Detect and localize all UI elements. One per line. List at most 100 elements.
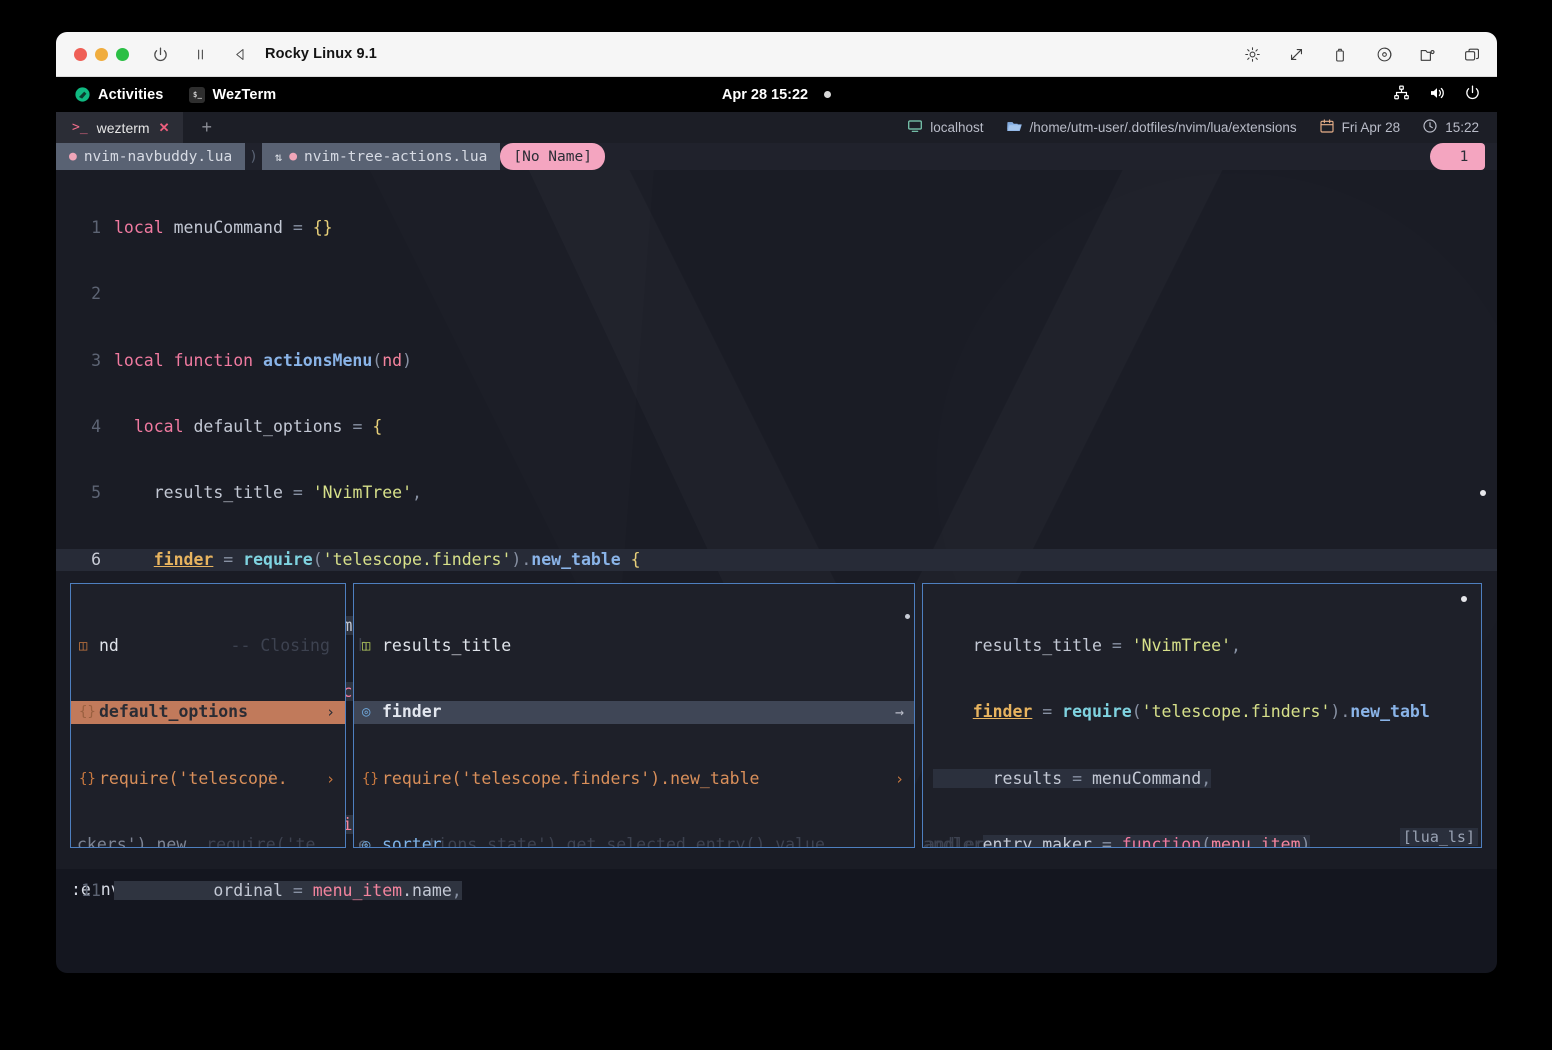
- buffer-tab-0[interactable]: ● nvim-navbuddy.lua: [56, 143, 246, 170]
- wezterm-tab[interactable]: >_ wezterm ✕: [56, 112, 184, 143]
- code-line: 3 local function actionsMenu(nd): [56, 350, 1497, 372]
- power-icon[interactable]: [151, 45, 169, 63]
- navbuddy-current-list[interactable]: ◫ results_title ◎ finder → {} require('t…: [354, 584, 914, 848]
- close-window-button[interactable]: [74, 47, 87, 61]
- navbuddy-item-label: nd: [99, 636, 119, 656]
- buffer-tab-1[interactable]: ⇅ ● nvim-tree-actions.lua: [261, 143, 501, 170]
- navbuddy-item[interactable]: {} require('telescope. ›: [71, 768, 345, 790]
- folder-share-icon[interactable]: [1419, 46, 1437, 64]
- navbuddy-item[interactable]: ◫ nd: [71, 635, 345, 657]
- preview-line: results = menuCommand,: [923, 768, 1481, 790]
- buffer-tab-2-label: [No Name]: [513, 148, 592, 165]
- brightness-icon[interactable]: [1243, 46, 1261, 64]
- code-line: 5 results_title = 'NvimTree',: [56, 482, 1497, 504]
- line-number: 2: [91, 284, 101, 304]
- navbuddy-preview-pane[interactable]: andler onfi results_title = 'NvimTree', …: [922, 583, 1482, 848]
- notification-dot-icon: [824, 91, 832, 98]
- back-icon[interactable]: [231, 45, 249, 63]
- resize-icon[interactable]: [1287, 46, 1305, 64]
- terminal-prompt-icon: >_: [72, 120, 88, 135]
- buffer-tab-0-label: nvim-navbuddy.lua: [83, 148, 233, 165]
- code-line-current: 6 finder = require('telescope.finders').…: [56, 548, 1497, 571]
- usb-icon[interactable]: [1331, 46, 1349, 64]
- status-date-label: Fri Apr 28: [1341, 120, 1401, 135]
- chevron-right-icon: ›: [325, 703, 335, 722]
- navbuddy-current-pane[interactable]: h e buffer_number) e tions.state').get_s…: [353, 583, 915, 848]
- buffer-count: 1: [1430, 143, 1485, 170]
- network-icon[interactable]: [1393, 84, 1410, 105]
- navbuddy-parent-pane[interactable]: -- Closing ns.cl i ckers').new require('…: [70, 583, 346, 848]
- status-time-label: 15:22: [1445, 120, 1479, 135]
- navbuddy-parent-list[interactable]: ◫ nd {} default_options › {} require('te…: [71, 584, 345, 834]
- chevron-right-icon: ›: [325, 769, 335, 788]
- minimize-window-button[interactable]: [95, 47, 108, 61]
- arrow-right-icon: →: [894, 703, 904, 722]
- line-number: 6: [91, 549, 101, 569]
- screenshot-root: Rocky Linux 9.1 Activities $_ WezTerm Ap…: [0, 0, 1552, 1050]
- new-tab-button[interactable]: +: [183, 112, 230, 143]
- window-title: Rocky Linux 9.1: [265, 46, 377, 62]
- buffer-separator: ): [249, 148, 258, 165]
- pause-icon[interactable]: [191, 45, 209, 63]
- mac-titlebar: Rocky Linux 9.1: [56, 32, 1497, 77]
- lua-file-icon: ●: [289, 149, 298, 164]
- close-tab-icon[interactable]: ✕: [159, 120, 170, 136]
- scroll-dot-icon: [905, 614, 910, 619]
- gnome-clock: Apr 28 15:22: [721, 86, 809, 103]
- navbuddy-item[interactable]: ◎ sorter: [354, 834, 914, 848]
- status-path-label: /home/utm-user/.dotfiles/nvim/lua/extens…: [1029, 120, 1297, 135]
- navbuddy-item-selected[interactable]: ◎ finder →: [354, 701, 914, 724]
- field-icon: ◫: [79, 638, 88, 655]
- clock-icon: [1422, 118, 1438, 137]
- navbuddy-item[interactable]: ◫ results_title: [354, 635, 914, 657]
- monitor-icon: [907, 118, 923, 137]
- neovim-area: ● nvim-navbuddy.lua ) ⇅ ● nvim-tree-acti…: [56, 143, 1497, 909]
- line-number: 4: [91, 417, 101, 437]
- line-number: 3: [91, 350, 101, 370]
- navbuddy-item-label: results_title: [382, 636, 512, 656]
- navbuddy-item-label: sorter: [382, 835, 442, 848]
- buffer-tab-1-label: nvim-tree-actions.lua: [304, 148, 488, 165]
- window-controls[interactable]: [74, 47, 129, 61]
- status-date: Fri Apr 28: [1308, 118, 1412, 137]
- wezterm-tab-label: wezterm: [96, 119, 150, 136]
- status-host-label: localhost: [930, 120, 984, 135]
- object-icon: {}: [79, 704, 96, 721]
- code-line: 4 local default_options = {: [56, 416, 1497, 438]
- folder-icon: [1006, 118, 1023, 138]
- lsp-badge: [lua_ls]: [1399, 828, 1478, 846]
- titlebar-right-icons: [1243, 32, 1481, 77]
- maximize-window-button[interactable]: [116, 47, 129, 61]
- object-icon: {}: [79, 770, 96, 787]
- gnome-clock-area[interactable]: Apr 28 15:22: [56, 77, 1497, 112]
- navbuddy-item-label: require('telescope.: [99, 768, 288, 788]
- volume-icon[interactable]: [1428, 84, 1446, 106]
- code-line: 2: [56, 283, 1497, 305]
- property-icon: ◎: [362, 837, 371, 848]
- navbuddy-popup: -- Closing ns.cl i ckers').new require('…: [70, 583, 1482, 848]
- line-number: 5: [91, 483, 101, 503]
- code-line: 11 ordinal = menu_item.name,: [56, 880, 1497, 902]
- line-number: 11: [81, 881, 101, 900]
- navbuddy-item[interactable]: {} require('telescope.finders').new_tabl…: [354, 768, 914, 790]
- field-icon: ◫: [362, 638, 371, 655]
- calendar-icon: [1319, 118, 1335, 137]
- navbuddy-preview-code: results_title = 'NvimTree', finder = req…: [923, 584, 1481, 847]
- disc-icon[interactable]: [1375, 46, 1393, 64]
- bufferline: ● nvim-navbuddy.lua ) ⇅ ● nvim-tree-acti…: [56, 143, 1497, 170]
- property-icon: ◎: [362, 704, 371, 721]
- power-icon[interactable]: [1464, 84, 1481, 105]
- buffer-tab-2[interactable]: [No Name]: [500, 143, 605, 170]
- windows-icon[interactable]: [1463, 46, 1481, 64]
- vm-window: Rocky Linux 9.1 Activities $_ WezTerm Ap…: [56, 32, 1497, 973]
- wezterm-status-right: localhost /home/utm-user/.dotfiles/nvim/…: [896, 112, 1497, 143]
- chevron-right-icon: ›: [894, 769, 904, 788]
- preview-line: andlerentry_maker = function(menu_item): [923, 834, 1481, 847]
- status-time: 15:22: [1411, 118, 1497, 137]
- navbuddy-item-selected[interactable]: {} default_options ›: [71, 701, 345, 724]
- buffer-count-label: 1: [1459, 148, 1469, 165]
- modified-indicator-icon: ⇅: [274, 149, 283, 164]
- code-line: 1 local menuCommand = {}: [56, 217, 1497, 239]
- preview-line: finder = require('telescope.finders').ne…: [972, 702, 1430, 722]
- navbuddy-item-label: finder: [382, 702, 442, 722]
